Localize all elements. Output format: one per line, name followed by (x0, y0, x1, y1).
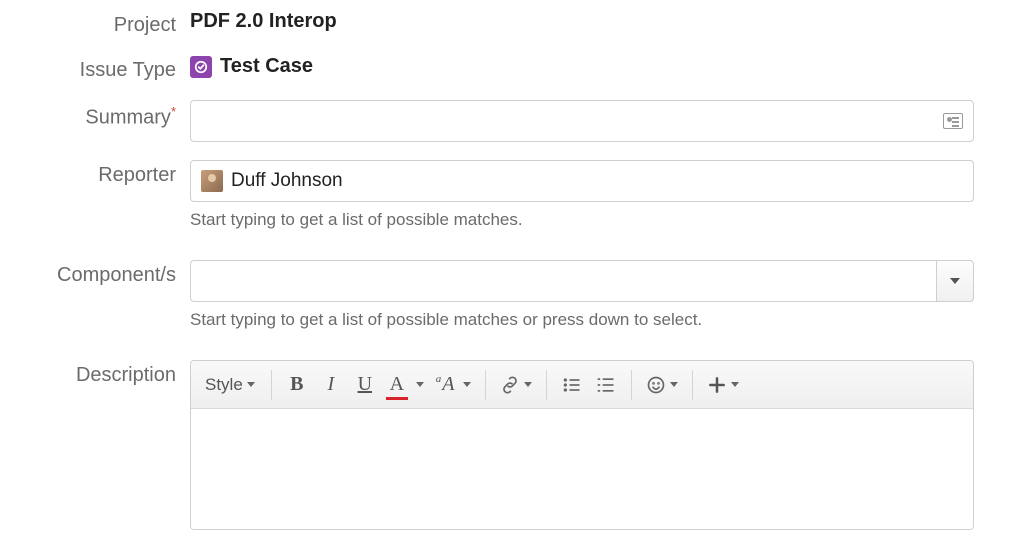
link-icon (500, 375, 520, 395)
summary-value-container (190, 98, 1024, 142)
toolbar-divider (546, 370, 547, 400)
reporter-input[interactable]: Duff Johnson (190, 160, 974, 202)
description-row: Description Style B I U (0, 358, 1024, 530)
summary-label: Summary (85, 107, 171, 129)
components-dropdown-button[interactable] (936, 260, 974, 302)
avatar (201, 170, 223, 192)
issue-type-name: Test Case (220, 55, 313, 78)
toolbar-divider (485, 370, 486, 400)
issue-type-row: Issue Type Test Case (0, 53, 1024, 82)
italic-button[interactable]: I (314, 368, 348, 402)
underline-icon: U (356, 373, 374, 396)
create-issue-form: Project PDF 2.0 Interop Issue Type Test … (0, 0, 1024, 530)
reporter-hint: Start typing to get a list of possible m… (190, 210, 974, 230)
toolbar-link-group (494, 361, 538, 408)
components-row: Component/s Start typing to get a list o… (0, 258, 1024, 330)
italic-icon: I (322, 373, 340, 396)
bullet-list-icon (562, 375, 582, 395)
contact-card-icon[interactable] (943, 113, 963, 129)
bold-icon: B (288, 373, 306, 396)
emoji-button[interactable] (640, 368, 684, 402)
components-field (190, 260, 974, 302)
description-label: Description (0, 358, 190, 387)
plus-icon (707, 375, 727, 395)
issue-type-value: Test Case (190, 55, 974, 78)
chevron-down-icon (950, 278, 960, 284)
toolbar-format-group: B I U A aA (280, 361, 477, 408)
issue-type-label: Issue Type (0, 53, 190, 82)
reporter-label: Reporter (0, 158, 190, 187)
issue-type-icon (190, 56, 212, 78)
chevron-down-icon (416, 382, 424, 387)
toolbar-insert-group (701, 361, 745, 408)
toolbar-divider (692, 370, 693, 400)
toolbar-divider (631, 370, 632, 400)
underline-button[interactable]: U (348, 368, 382, 402)
components-hint: Start typing to get a list of possible m… (190, 310, 974, 330)
numbered-list-button[interactable] (589, 368, 623, 402)
project-value: PDF 2.0 Interop (190, 10, 337, 32)
chevron-down-icon (731, 382, 739, 387)
chevron-down-icon (463, 382, 471, 387)
components-label: Component/s (0, 258, 190, 287)
chevron-down-icon (670, 382, 678, 387)
toolbar-divider (271, 370, 272, 400)
bullet-list-button[interactable] (555, 368, 589, 402)
style-label: Style (205, 375, 243, 395)
smiley-icon (646, 375, 666, 395)
description-editor: Style B I U A aA (190, 360, 974, 530)
reporter-row: Reporter Duff Johnson Start typing to ge… (0, 158, 1024, 230)
toolbar-style-group: Style (197, 361, 263, 408)
style-dropdown[interactable]: Style (197, 368, 263, 402)
reporter-value-container: Duff Johnson Start typing to get a list … (190, 158, 1024, 230)
components-value-container: Start typing to get a list of possible m… (190, 258, 1024, 330)
editor-toolbar: Style B I U A aA (191, 361, 973, 409)
text-color-icon: A (388, 373, 406, 396)
description-value-container: Style B I U A aA (190, 358, 1024, 530)
summary-row: Summary* (0, 98, 1024, 142)
components-input[interactable] (190, 260, 936, 302)
chevron-down-icon (247, 382, 255, 387)
numbered-list-icon (596, 375, 616, 395)
text-color-button[interactable]: A (382, 368, 430, 402)
issue-type-value-container: Test Case (190, 53, 1024, 78)
summary-label-container: Summary* (0, 98, 190, 130)
project-row: Project PDF 2.0 Interop (0, 8, 1024, 37)
clear-format-icon: aA (436, 373, 455, 396)
toolbar-list-group (555, 361, 623, 408)
insert-button[interactable] (701, 368, 745, 402)
required-marker: * (171, 104, 176, 119)
clear-format-button[interactable]: aA (430, 368, 477, 402)
summary-input[interactable] (190, 100, 974, 142)
description-textarea[interactable] (191, 409, 973, 529)
bold-button[interactable]: B (280, 368, 314, 402)
reporter-name: Duff Johnson (231, 170, 343, 192)
chevron-down-icon (524, 382, 532, 387)
link-button[interactable] (494, 368, 538, 402)
project-value-container: PDF 2.0 Interop (190, 8, 1024, 33)
project-label: Project (0, 8, 190, 37)
toolbar-emoji-group (640, 361, 684, 408)
